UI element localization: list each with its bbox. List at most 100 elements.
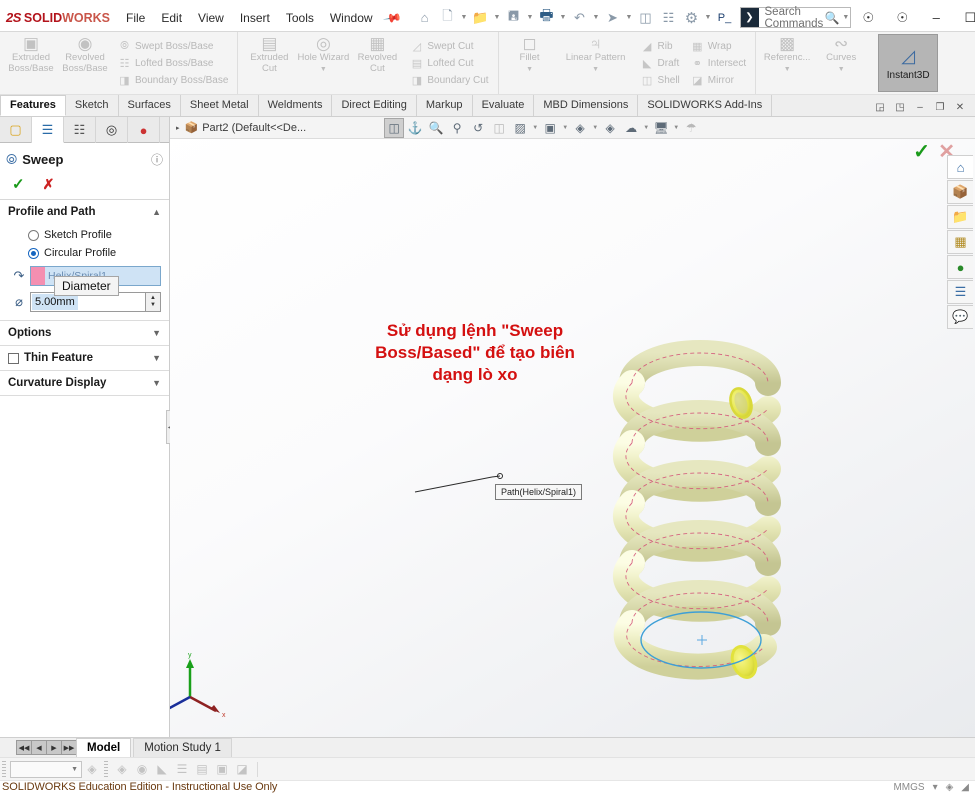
- document-close-icon[interactable]: ✕: [951, 98, 969, 116]
- stepper-up-icon[interactable]: ▲: [150, 295, 156, 302]
- menu-item-insert[interactable]: Insert: [232, 8, 278, 28]
- tab-sketch[interactable]: Sketch: [65, 95, 119, 116]
- bottom-tab-model[interactable]: Model: [76, 738, 132, 757]
- view-palette-icon[interactable]: ▦: [947, 230, 973, 254]
- scene-icon[interactable]: ☁: [621, 118, 641, 138]
- display-manager-icon[interactable]: ●: [128, 117, 160, 143]
- hide-show-items-icon[interactable]: ▣: [540, 118, 560, 138]
- line-thickness-icon[interactable]: ☰: [172, 760, 192, 779]
- swept-boss-base-button[interactable]: ⦾ Swept Boss/Base: [114, 38, 231, 55]
- search-icon[interactable]: 🔍: [823, 11, 841, 25]
- menu-item-tools[interactable]: Tools: [278, 8, 322, 28]
- properties-icon[interactable]: ☷: [658, 7, 680, 29]
- chevron-down-icon[interactable]: ▼: [591, 125, 599, 131]
- lofted-cut-button[interactable]: ▤ Lofted Cut: [406, 55, 491, 72]
- viewport-layout-icon[interactable]: 🖥: [651, 118, 671, 138]
- edit-appearance-icon[interactable]: ◈: [946, 782, 954, 793]
- chevron-down-icon[interactable]: ▼: [559, 14, 568, 21]
- viewport-tree-breadcrumb[interactable]: ▸ 📦 Part2 (Default<<De...: [170, 121, 306, 135]
- layer-properties-icon[interactable]: ▣: [212, 760, 232, 779]
- chevron-down-icon[interactable]: ▼: [152, 378, 161, 388]
- print-icon[interactable]: 🖶: [536, 7, 558, 29]
- select-arrow-icon[interactable]: ➤: [602, 7, 624, 29]
- bottom-tab-motion-study[interactable]: Motion Study 1: [133, 738, 232, 757]
- chevron-down-icon[interactable]: ▼: [526, 14, 535, 21]
- tab-weldments[interactable]: Weldments: [258, 95, 333, 116]
- appearance-icon[interactable]: ◈: [600, 118, 620, 138]
- restore-left-icon[interactable]: ◲: [871, 98, 889, 116]
- resize-grip-icon[interactable]: ◢: [961, 782, 969, 793]
- chevron-down-icon[interactable]: ▼: [838, 64, 845, 75]
- restore-right-icon[interactable]: ◳: [891, 98, 909, 116]
- document-restore-icon[interactable]: ❐: [931, 98, 949, 116]
- home-3d-icon[interactable]: ⌂: [947, 155, 973, 179]
- chevron-down-icon[interactable]: ▼: [592, 14, 601, 21]
- chevron-down-icon[interactable]: ▼: [704, 14, 713, 21]
- tab-solidworks-add-ins[interactable]: SOLIDWORKS Add-Ins: [638, 95, 773, 116]
- pan-icon[interactable]: ◫: [489, 118, 509, 138]
- display-style-icon[interactable]: ▨: [510, 118, 530, 138]
- linear-pattern-button[interactable]: ♃ Linear Pattern ▼: [557, 32, 635, 94]
- maximize-button[interactable]: ☐: [953, 5, 975, 31]
- radio-circular-profile[interactable]: Circular Profile: [8, 244, 161, 262]
- reference-geometry-button[interactable]: ▩ Referenc... ▼: [760, 32, 814, 94]
- chevron-down-icon[interactable]: ▼: [784, 64, 791, 75]
- chevron-down-icon[interactable]: ▼: [460, 14, 469, 21]
- view-setting-icon[interactable]: ◈: [570, 118, 590, 138]
- toolbar-grip[interactable]: [104, 761, 108, 777]
- shell-button[interactable]: ◫ Shell: [637, 72, 683, 89]
- zoom-to-area-icon[interactable]: 🔍: [426, 118, 446, 138]
- section-header[interactable]: Curvature Display ▼: [0, 371, 169, 395]
- chevron-down-icon[interactable]: ▼: [642, 125, 650, 131]
- account-icon[interactable]: ☉: [851, 5, 885, 31]
- thin-feature-checkbox-row[interactable]: Thin Feature: [8, 352, 93, 364]
- minimize-button[interactable]: –: [919, 5, 953, 31]
- draft-button[interactable]: ◣ Draft: [637, 55, 683, 72]
- new-document-icon[interactable]: 🗋: [437, 7, 459, 29]
- accept-button[interactable]: ✓: [12, 175, 25, 193]
- cancel-button[interactable]: ✗: [43, 176, 55, 193]
- section-view-icon[interactable]: ⚓: [405, 118, 425, 138]
- layer-combo[interactable]: ▼: [10, 760, 82, 778]
- zoom-fit-icon[interactable]: ⚲: [447, 118, 467, 138]
- line-style-icon[interactable]: ▤: [192, 760, 212, 779]
- section-header[interactable]: Profile and Path ▲: [0, 200, 169, 224]
- thin-feature-checkbox[interactable]: [8, 352, 19, 364]
- wrap-button[interactable]: ▦ Wrap: [687, 38, 749, 55]
- options-gear-icon[interactable]: ⚙: [681, 7, 703, 29]
- open-folder-icon[interactable]: 📁: [470, 7, 492, 29]
- diameter-stepper[interactable]: ▲ ▼: [146, 292, 161, 312]
- mirror-button[interactable]: ◪ Mirror: [687, 72, 749, 89]
- chevron-down-icon[interactable]: ▼: [625, 14, 634, 21]
- fillet-button[interactable]: ◻ Fillet ▼: [503, 32, 557, 94]
- appearances-scenes-icon[interactable]: ●: [947, 255, 973, 279]
- measure-icon[interactable]: ◫: [635, 7, 657, 29]
- chevron-down-icon[interactable]: ▼: [152, 353, 161, 363]
- hide-edge-icon[interactable]: ◪: [232, 760, 252, 779]
- units-caret-icon[interactable]: ▾: [933, 782, 938, 793]
- tab-features[interactable]: Features: [0, 95, 66, 116]
- save-icon[interactable]: 🖪: [503, 7, 525, 29]
- edit-material-icon[interactable]: ◉: [132, 760, 152, 779]
- search-input[interactable]: ❯ Search Commands 🔍 ▼: [739, 6, 852, 30]
- toolbar-grip[interactable]: [2, 761, 6, 777]
- property-manager-icon[interactable]: ☰: [32, 117, 64, 143]
- view-orientation-icon[interactable]: ◫: [384, 117, 405, 138]
- nav-first-button[interactable]: ◀◀: [16, 740, 32, 755]
- chevron-down-icon[interactable]: ▼: [526, 64, 533, 75]
- intersect-button[interactable]: ⚭ Intersect: [687, 55, 749, 72]
- configuration-manager-icon[interactable]: ☷: [64, 117, 96, 143]
- rib-button[interactable]: ◢ Rib: [637, 38, 683, 55]
- help-icon[interactable]: ⓘ: [151, 151, 163, 168]
- chevron-down-icon[interactable]: ▼: [592, 64, 599, 75]
- nav-next-button[interactable]: ▶: [46, 740, 62, 755]
- helical-spring-model[interactable]: y x z: [170, 137, 975, 737]
- apply-scene-icon[interactable]: ◈: [112, 760, 132, 779]
- swept-cut-button[interactable]: ◿ Swept Cut: [406, 38, 491, 55]
- p-label[interactable]: P_: [714, 7, 736, 29]
- chevron-down-icon[interactable]: ▼: [841, 14, 850, 21]
- graphics-viewport[interactable]: ▸ 📦 Part2 (Default<<De... ◫ ⚓ 🔍 ⚲ ↺ ◫ ▨ …: [170, 117, 975, 737]
- boundary-boss-base-button[interactable]: ◨ Boundary Boss/Base: [114, 72, 231, 89]
- section-header[interactable]: Options ▼: [0, 321, 169, 345]
- stepper-down-icon[interactable]: ▼: [150, 302, 156, 309]
